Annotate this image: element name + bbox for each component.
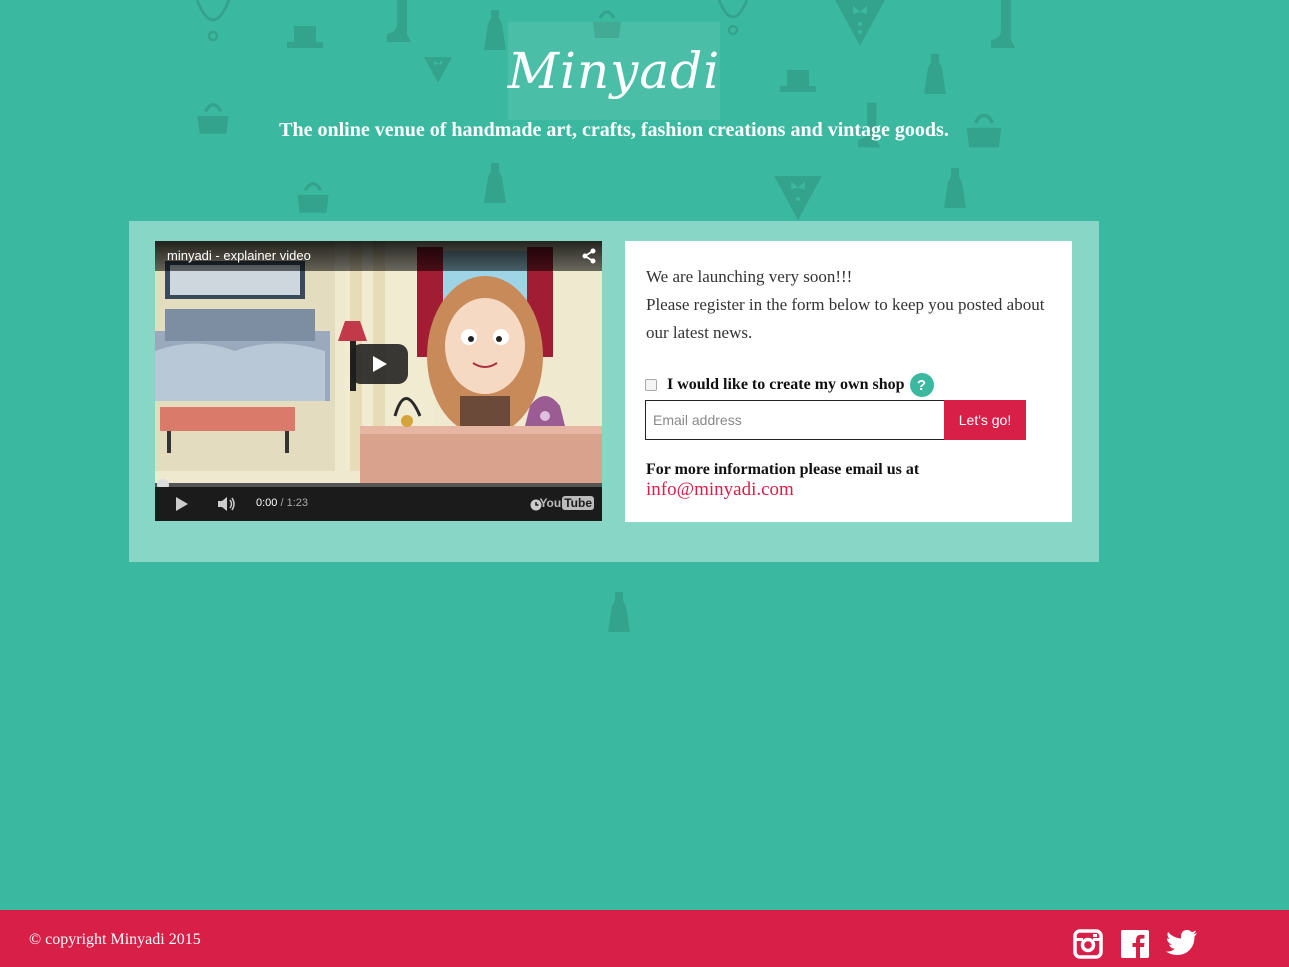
youtube-tube: Tube [562,496,594,510]
copyright-text: © copyright Minyadi 2015 [29,931,201,948]
help-icon[interactable]: ? [909,373,934,397]
footer: © copyright Minyadi 2015 [0,910,1289,967]
twitter-icon[interactable] [1166,929,1198,962]
necklace-decoration-icon [716,0,750,36]
video-controls: 0:00 / 1:23 You Tube [155,487,602,521]
minyadi-logo[interactable]: Minyadi [508,22,720,120]
play-control-icon[interactable] [175,496,189,517]
share-icon[interactable] [582,248,596,269]
hat-decoration-icon [780,68,816,94]
instagram-icon[interactable] [1073,929,1103,964]
launch-line-2: Please register in the form below to kee… [646,295,1045,342]
email-input[interactable] [645,400,944,440]
time-total: 1:23 [286,497,309,509]
volume-icon[interactable] [217,496,237,517]
play-icon [372,356,387,372]
tuxedo-decoration-icon [424,55,452,85]
boot-decoration-icon [989,0,1017,50]
tuxedo-decoration-icon [774,174,822,222]
tagline: The online venue of handmade art, crafts… [279,119,949,141]
video-title[interactable]: minyadi - explainer video [167,248,311,263]
dress-decoration-icon [484,10,506,50]
launch-message: We are launching very soon!!! Please reg… [646,263,1046,347]
launch-line-1: We are launching very soon!!! [646,267,853,286]
more-info-label: For more information please email us at [646,461,920,478]
handbag-decoration-icon [295,177,331,215]
contact-email-link[interactable]: info@minyadi.com [646,479,794,501]
dress-decoration-icon [484,163,506,203]
big-play-button[interactable] [351,344,408,384]
video-time: 0:00 / 1:23 [256,497,308,509]
submit-button[interactable]: Let's go! [944,400,1026,440]
dress-decoration-icon [924,54,946,94]
youtube-video-player[interactable]: minyadi - explainer video 0:00 / 1:23 Yo… [155,241,602,521]
youtube-you: You [539,496,562,510]
video-title-bar: minyadi - explainer video [155,241,602,271]
youtube-logo[interactable]: You Tube [539,496,594,510]
create-shop-row: I would like to create my own shop ? [645,373,934,397]
hat-decoration-icon [287,24,323,50]
time-separator: / [277,497,287,509]
create-shop-label[interactable]: I would like to create my own shop [667,376,905,394]
boot-decoration-icon [385,0,413,44]
dress-decoration-icon [944,168,966,208]
dress-decoration-icon [608,592,630,632]
create-shop-checkbox[interactable] [645,379,657,391]
time-current: 0:00 [256,497,278,509]
registration-card: We are launching very soon!!! Please reg… [625,241,1072,522]
facebook-icon[interactable] [1120,929,1150,964]
necklace-decoration-icon [193,0,233,42]
tuxedo-decoration-icon [835,0,885,46]
logo-text: Minyadi [507,42,721,100]
